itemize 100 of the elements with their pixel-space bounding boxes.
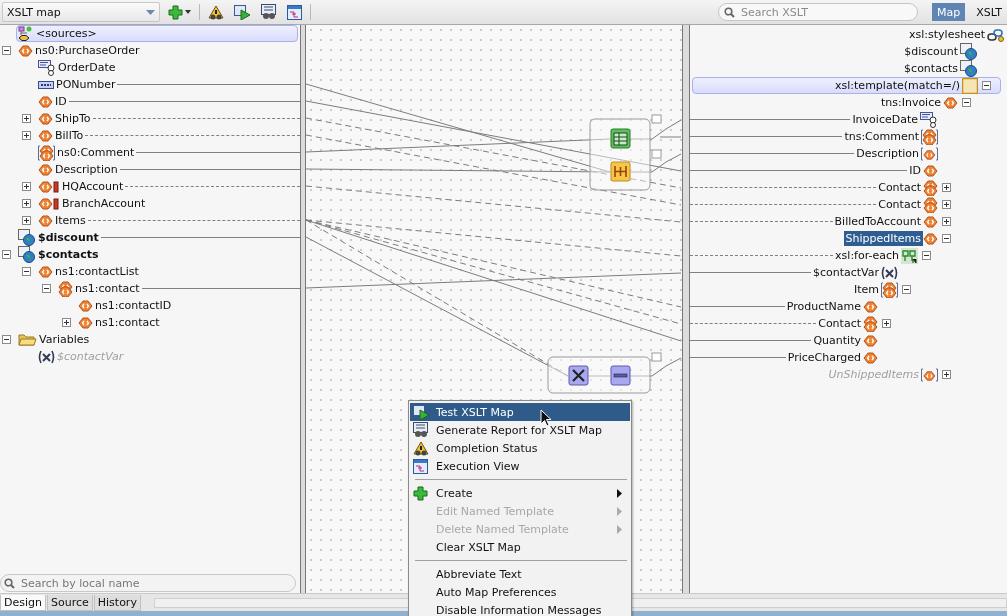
expand-toggle[interactable] [942,217,951,226]
folder-icon [18,332,37,347]
tree-node-label[interactable]: $contacts [902,61,960,76]
tree-node-label[interactable]: Description [53,162,120,177]
expand-toggle[interactable] [22,131,31,140]
execution-view-button[interactable] [285,2,304,22]
expand-toggle[interactable] [42,284,51,293]
variable-icon [38,349,55,364]
view-tab[interactable]: Map [931,3,966,21]
expand-toggle[interactable] [942,234,951,243]
expand-toggle[interactable] [22,216,31,225]
tree-node-label[interactable]: Item [851,282,881,297]
tree-node-label[interactable]: ns1:contact [73,281,142,296]
tree-node-label[interactable]: InvoiceDate [850,112,920,127]
element-icon [18,43,33,58]
tree-node-label[interactable]: BranchAccount [60,196,148,211]
expand-toggle[interactable] [982,81,991,90]
element-icon [923,214,938,229]
tree-node-label[interactable]: ns1:contact [93,315,162,330]
editor-tab[interactable]: Design [0,594,46,611]
menu-item[interactable]: Execution View [410,457,630,475]
tree-node-label[interactable]: $discount [902,44,960,59]
tree-node-label[interactable]: PriceCharged [785,350,863,365]
expand-toggle[interactable] [962,98,971,107]
expand-toggle[interactable] [62,318,71,327]
expand-toggle[interactable] [942,183,951,192]
menu-item[interactable]: Create [410,484,630,502]
expand-toggle[interactable] [922,251,931,260]
report-icon [413,422,429,438]
expand-toggle[interactable] [942,200,951,209]
tree-node-label[interactable]: Contact [876,197,923,212]
tree-node-label[interactable]: ShippedItems [843,231,923,246]
tree-node-label[interactable]: ns0:PurchaseOrder [33,43,142,58]
element-icon [863,350,878,365]
menu-item[interactable]: Completion Status [410,439,630,457]
menu-item[interactable]: Disable Information Messages [410,601,630,616]
tree-node-label[interactable]: Variables [37,332,92,347]
editor-tab[interactable]: History [93,594,141,611]
tree-node-label[interactable]: OrderDate [56,60,118,75]
menu-item[interactable]: Abbreviate Text [410,565,630,583]
expand-toggle[interactable] [2,250,11,259]
tree-node-label[interactable]: Description [854,146,921,161]
tree-node-label[interactable]: Contact [816,316,863,331]
add-button[interactable] [166,2,193,22]
for-each-icon [901,247,918,264]
tree-node-label[interactable]: ID [907,163,923,178]
menu-item[interactable]: Test XSLT Map [410,403,630,421]
map-selector-dropdown[interactable]: XSLT map [2,2,160,22]
menu-item[interactable]: Auto Map Preferences [410,583,630,601]
tree-node-label[interactable]: ShipTo [53,111,93,126]
globe-document-icon [960,43,978,60]
execution-view-icon [413,458,428,474]
tree-node-label[interactable]: HQAccount [60,179,126,194]
expand-toggle[interactable] [22,182,31,191]
tree-node-label[interactable]: ns0:Comment [55,145,137,160]
tree-node-label[interactable]: ID [53,94,69,109]
tree-node-label[interactable]: ns1:contactList [53,264,141,279]
menu-item[interactable]: Generate Report for XSLT Map [410,421,630,439]
expand-toggle[interactable] [22,267,31,276]
tree-node-label[interactable]: BillTo [53,128,86,143]
element-icon [923,231,938,246]
tree-node-label[interactable]: BilledToAccount [832,214,923,229]
expand-toggle[interactable] [22,114,31,123]
tree-node-label[interactable]: Quantity [811,333,863,348]
tree-node-label[interactable]: $contacts [36,247,101,262]
tree-node-label[interactable]: $discount [36,230,101,245]
function-group-drawing[interactable] [547,352,662,394]
expand-toggle[interactable] [902,285,911,294]
search-field[interactable]: Search XSLT [717,3,918,21]
tree-node-label[interactable]: xsl:template(match=/) [833,78,962,93]
variable-icon [881,265,898,280]
tree-node-label[interactable]: PONumber [54,77,118,92]
expand-toggle[interactable] [882,319,891,328]
tree-node-label[interactable]: Items [53,213,88,228]
editor-tab[interactable]: Source [47,594,93,611]
bracketed-element-icon [921,367,938,382]
view-tab[interactable]: XSLT [971,3,1007,21]
tree-node-label[interactable]: $contactVar [810,265,881,280]
menu-item[interactable]: Clear XSLT Map [410,538,630,556]
report-button[interactable] [259,2,279,22]
test-map-button[interactable] [232,2,253,22]
pane-splitter[interactable] [682,25,690,593]
search-field[interactable]: Search by local name [0,574,296,592]
tree-node-label[interactable]: ProductName [784,299,863,314]
tree-node-label[interactable]: tns:Invoice [878,95,943,110]
tree-node-label[interactable]: tns:Comment [842,129,921,144]
tree-node-label[interactable]: Contact [876,180,923,195]
bracketed-repeating-element-icon [38,144,55,161]
tree-node-label[interactable]: xsl:stylesheet [907,27,987,42]
tree-node-label[interactable]: ns1:contactID [93,298,174,313]
pane-splitter[interactable] [300,25,306,593]
expand-toggle[interactable] [2,335,11,344]
tree-node-label[interactable]: xsl:for-each [833,248,901,263]
function-group-drawing[interactable] [589,114,662,191]
element-choice-icon [38,179,60,194]
expand-toggle[interactable] [2,46,11,55]
expand-toggle[interactable] [22,199,31,208]
tree-node-label[interactable]: <sources> [34,26,99,41]
repeating-element-icon [923,196,938,213]
bracketed-repeating-element-icon [921,128,938,145]
